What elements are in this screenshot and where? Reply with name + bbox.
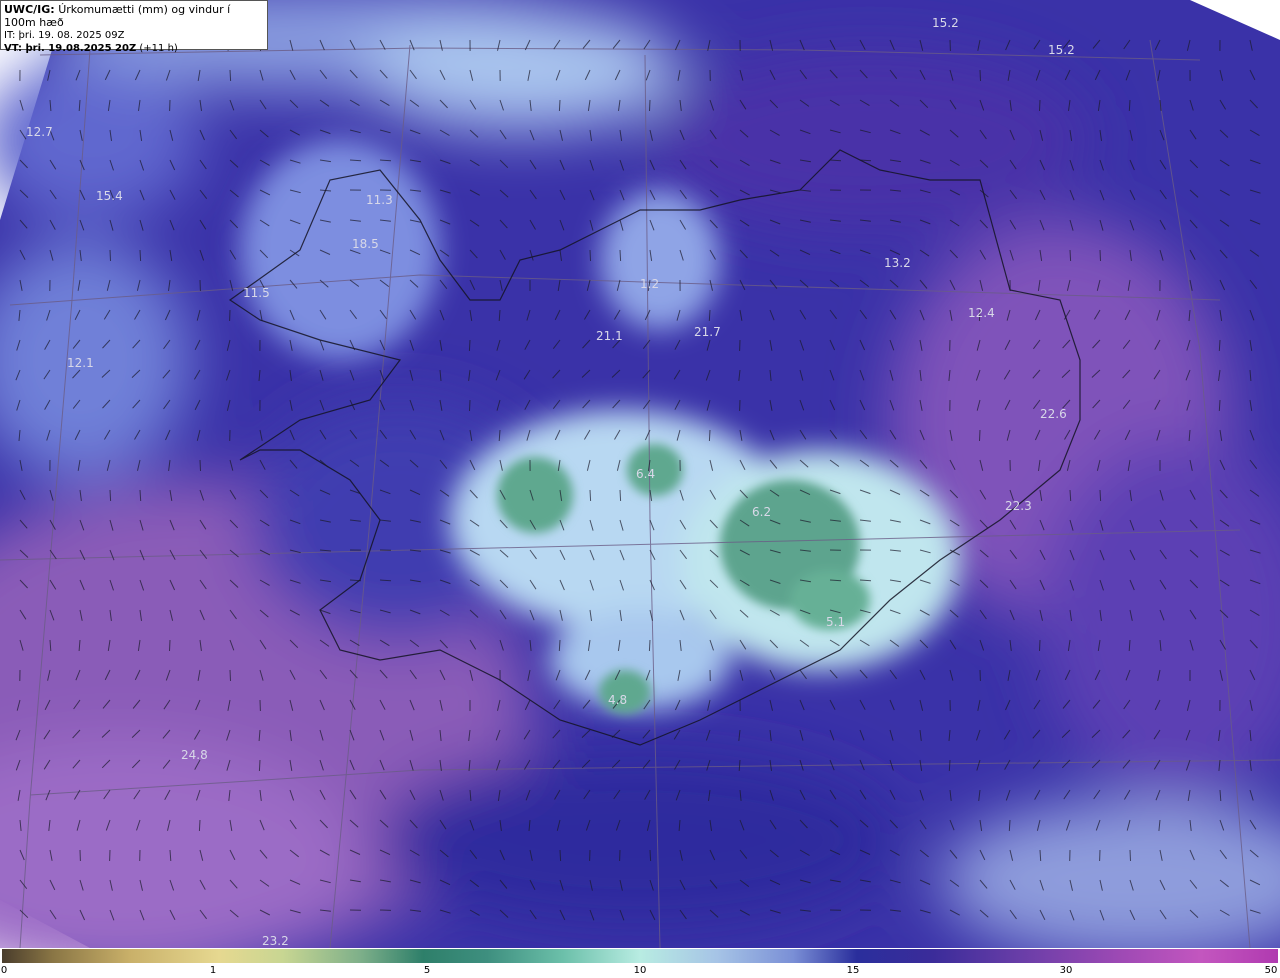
value-label: 18.5 xyxy=(352,237,379,251)
wind-barb xyxy=(589,489,592,502)
wind-barb xyxy=(649,849,652,862)
wind-barb xyxy=(139,489,142,502)
wind-barb xyxy=(1218,339,1221,352)
value-label: 5.1 xyxy=(826,615,845,629)
value-label: 6.4 xyxy=(636,467,655,481)
wind-barb xyxy=(1099,249,1101,262)
model-name: UWC/IG: xyxy=(4,3,55,16)
value-label: 11.5 xyxy=(243,286,270,300)
wind-barb xyxy=(139,249,142,262)
issue-time: IT: þri. 19. 08. 2025 09Z xyxy=(4,30,125,41)
value-label: 12.1 xyxy=(67,356,94,370)
value-label: 15.4 xyxy=(96,189,123,203)
wind-barb xyxy=(589,249,591,262)
wind-barb xyxy=(708,429,711,442)
wind-barb xyxy=(1039,99,1041,112)
wind-barb xyxy=(979,69,981,82)
wind-barb xyxy=(109,489,112,502)
wind-barb xyxy=(1039,639,1041,652)
wind-barb xyxy=(229,669,231,682)
value-label: 23.2 xyxy=(262,934,289,948)
wind-barb xyxy=(559,849,562,862)
colorbar-tick: 10 xyxy=(633,965,647,976)
wind-barb xyxy=(1039,849,1042,862)
precipitable-water-map: 15.2 15.2 12.7 15.4 11.3 18.5 11.5 12.1 … xyxy=(0,0,1280,948)
wind-barb xyxy=(859,579,872,582)
wind-barb xyxy=(229,69,232,82)
wind-barb xyxy=(468,339,471,352)
valid-time: VT: þri. 19.08.2025 20Z xyxy=(4,43,137,54)
wind-barb xyxy=(648,639,651,652)
wind-barb xyxy=(1128,99,1131,112)
value-label: 15.2 xyxy=(932,16,959,30)
wind-barb xyxy=(199,459,201,472)
value-label: 22.3 xyxy=(1005,499,1032,513)
colorbar: 0 1 5 10 15 30 50 xyxy=(0,948,1280,978)
wind-barb xyxy=(859,159,872,162)
colorbar-tick: 15 xyxy=(846,965,860,976)
value-label: 21.7 xyxy=(694,325,721,339)
value-label: 11.3 xyxy=(366,193,393,207)
wind-barb xyxy=(1069,249,1072,262)
map-header: UWC/IG: Úrkomumætti (mm) og vindur í 100… xyxy=(0,0,268,54)
wind-barb xyxy=(558,639,561,652)
wind-barb xyxy=(349,159,362,162)
colorbar-tick: 1 xyxy=(209,965,217,976)
wind-barb xyxy=(649,99,651,112)
colorbar-tick: 5 xyxy=(423,965,431,976)
wind-barb xyxy=(619,489,622,502)
value-label: 24.8 xyxy=(181,748,208,762)
wind-barb xyxy=(1218,399,1221,412)
wind-barb xyxy=(619,249,622,262)
wind-barb xyxy=(1008,819,1011,832)
value-label: 12.7 xyxy=(26,125,53,139)
wind-barb xyxy=(1069,489,1072,502)
colorbar-tick: 0 xyxy=(0,965,8,976)
value-label: 6.2 xyxy=(752,505,771,519)
value-label: 15.2 xyxy=(1048,43,1075,57)
wind-barb xyxy=(829,159,842,162)
wind-barb xyxy=(198,819,201,832)
value-label: 4.8 xyxy=(608,693,627,707)
wind-barb xyxy=(349,579,362,582)
forecast-offset: (+11 h) xyxy=(139,43,178,54)
colorbar-strip xyxy=(2,949,1278,963)
colorbar-tick: 30 xyxy=(1059,965,1073,976)
colorbar-tick: 50 xyxy=(1264,965,1278,976)
wind-barb xyxy=(169,639,171,652)
wind-barb xyxy=(979,429,981,442)
value-label: 12.4 xyxy=(968,306,995,320)
wind-barb xyxy=(469,399,471,412)
value-label: 13.2 xyxy=(884,256,911,270)
value-label: 1.2 xyxy=(640,277,659,291)
value-label: 22.6 xyxy=(1040,407,1067,421)
wind-barb xyxy=(109,249,111,262)
wind-barb xyxy=(379,159,392,162)
wind-barb xyxy=(558,99,561,112)
wind-barb xyxy=(258,759,261,772)
value-label: 21.1 xyxy=(596,329,623,343)
wind-barb xyxy=(708,309,711,322)
wind-barb xyxy=(1099,489,1102,502)
wind-barb xyxy=(1129,849,1131,862)
wind-barb xyxy=(948,759,951,772)
